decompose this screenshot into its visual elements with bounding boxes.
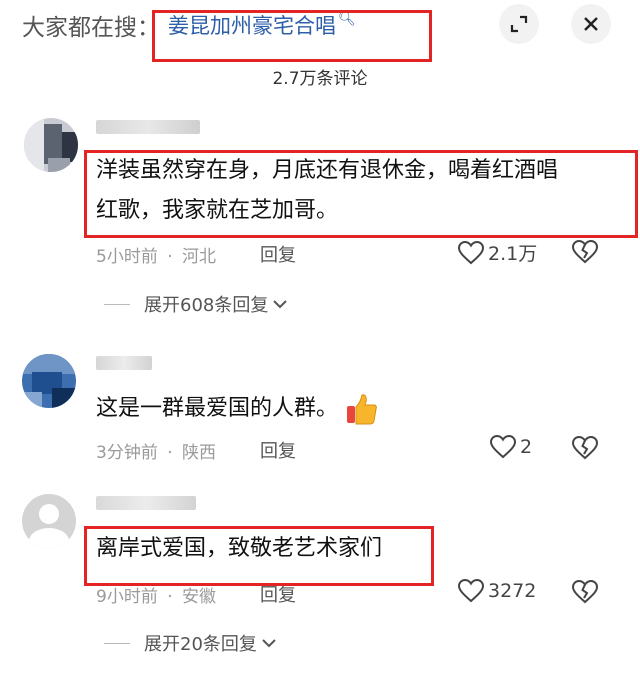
separator: · <box>167 443 173 463</box>
broken-heart-icon <box>572 580 598 604</box>
heart-icon <box>458 579 484 603</box>
chevron-down-icon <box>262 639 276 648</box>
highlight-box-search <box>152 10 432 62</box>
comment-meta: 3分钟前 · 陕西 <box>96 438 216 463</box>
comment-meta: 5小时前 · 河北 <box>96 242 216 267</box>
heart-icon <box>490 435 516 459</box>
expand-replies-label: 展开20条回复 <box>144 634 257 655</box>
comment-meta: 9小时前 · 安徽 <box>96 582 216 607</box>
heart-icon <box>458 240 484 264</box>
username-blurred <box>96 496 196 510</box>
like-button[interactable]: 3272 <box>458 579 536 603</box>
highlight-box-comment <box>84 526 434 586</box>
broken-heart-icon <box>572 240 598 264</box>
avatar[interactable] <box>22 354 76 408</box>
expand-replies-button[interactable]: 展开608条回复 <box>104 291 288 317</box>
expand-button[interactable] <box>499 4 539 44</box>
close-icon <box>584 17 598 31</box>
close-button[interactable] <box>571 4 611 44</box>
reply-button[interactable]: 回复 <box>260 437 296 463</box>
divider <box>104 642 130 644</box>
broken-heart-icon <box>572 436 598 460</box>
dislike-button[interactable] <box>572 436 598 460</box>
highlight-box-comment <box>84 150 638 238</box>
comment-location: 陕西 <box>182 443 217 463</box>
separator: · <box>167 247 173 267</box>
expand-replies-label: 展开608条回复 <box>144 295 269 316</box>
comment-time: 5小时前 <box>96 247 158 267</box>
expand-icon <box>510 15 528 33</box>
comment-text: 这是一群最爱国的人群。 <box>96 390 379 427</box>
comment-time: 3分钟前 <box>96 443 158 463</box>
comment-location: 河北 <box>182 247 217 267</box>
expand-replies-button[interactable]: 展开20条回复 <box>104 630 277 656</box>
separator: · <box>167 587 173 607</box>
username-blurred <box>96 120 200 134</box>
like-count: 3272 <box>488 580 537 602</box>
dislike-button[interactable] <box>572 240 598 264</box>
like-button[interactable]: 2.1万 <box>458 239 537 266</box>
avatar[interactable] <box>22 494 76 548</box>
comment-location: 安徽 <box>182 587 217 607</box>
comment-text-body: 这是一群最爱国的人群。 <box>96 396 339 421</box>
reply-button[interactable]: 回复 <box>260 241 296 267</box>
dislike-button[interactable] <box>572 580 598 604</box>
thumbs-up-emoji <box>347 394 377 425</box>
comment-time: 9小时前 <box>96 587 158 607</box>
like-count: 2.1万 <box>488 243 538 265</box>
comment-count: 2.7万条评论 <box>272 69 368 89</box>
reply-button[interactable]: 回复 <box>260 581 296 607</box>
like-button[interactable]: 2 <box>490 435 532 459</box>
like-count: 2 <box>520 436 533 458</box>
avatar[interactable] <box>24 118 78 172</box>
search-prefix-label: 大家都在搜： <box>22 15 160 41</box>
divider <box>104 303 130 305</box>
chevron-down-icon <box>273 300 288 309</box>
username-blurred <box>96 356 152 370</box>
